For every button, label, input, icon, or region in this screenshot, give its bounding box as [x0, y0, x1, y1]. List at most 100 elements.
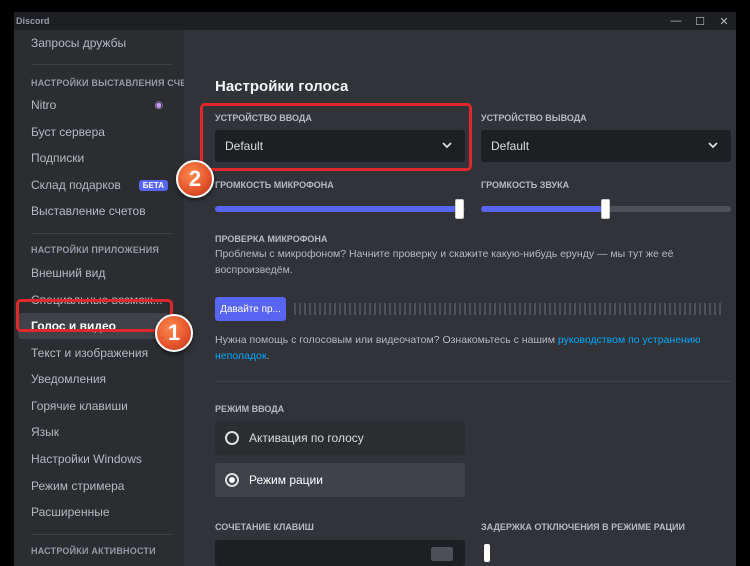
meter-segment	[484, 303, 486, 315]
page-title: Настройки голоса	[215, 78, 349, 95]
meter-segment	[589, 303, 591, 315]
meter-segment	[534, 303, 536, 315]
meter-segment	[299, 303, 301, 315]
window-controls: — ☐ ✕	[664, 12, 736, 30]
annotation-badge-step-2: 2	[176, 160, 214, 198]
meter-segment	[674, 303, 676, 315]
section-divider	[215, 381, 731, 382]
output-volume-slider[interactable]	[481, 199, 731, 219]
sidebar-item-subscriptions[interactable]: Подписки	[18, 145, 170, 171]
meter-segment	[569, 303, 571, 315]
sidebar-item-notifications[interactable]: Уведомления	[18, 366, 170, 392]
sidebar-item-language[interactable]: Язык	[18, 419, 170, 445]
output-volume-handle[interactable]	[601, 199, 610, 219]
meter-segment	[459, 303, 461, 315]
meter-segment	[509, 303, 511, 315]
meter-segment	[294, 303, 296, 315]
annotation-box-voice-video	[16, 299, 173, 332]
help-text-prefix: Нужна помощь с голосовым или видеочатом?…	[215, 334, 558, 346]
meter-segment	[469, 303, 471, 315]
meter-segment	[399, 303, 401, 315]
output-volume-fill	[481, 206, 606, 212]
beta-badge: БЕТА	[138, 179, 169, 191]
meter-segment	[429, 303, 431, 315]
meter-segment	[474, 303, 476, 315]
meter-segment	[614, 303, 616, 315]
mic-test-label: ПРОВЕРКА МИКРОФОНА	[215, 234, 328, 244]
radio-selected-icon	[225, 473, 239, 487]
sidebar-divider	[31, 64, 171, 65]
minimize-icon[interactable]: —	[664, 12, 688, 30]
meter-segment	[669, 303, 671, 315]
meter-segment	[374, 303, 376, 315]
meter-segment	[704, 303, 706, 315]
mic-test-button[interactable]: Давайте пр...	[215, 297, 286, 321]
meter-segment	[549, 303, 551, 315]
output-device-label: УСТРОЙСТВО ВЫВОДА	[481, 113, 587, 123]
sidebar-item-advanced[interactable]: Расширенные	[18, 499, 170, 525]
meter-segment	[409, 303, 411, 315]
meter-segment	[619, 303, 621, 315]
help-text-suffix: .	[266, 350, 270, 362]
shortcut-input[interactable]	[215, 540, 465, 566]
meter-segment	[424, 303, 426, 315]
meter-segment	[404, 303, 406, 315]
meter-segment	[359, 303, 361, 315]
meter-segment	[564, 303, 566, 315]
meter-segment	[389, 303, 391, 315]
sidebar-item-streamer-mode[interactable]: Режим стримера	[18, 473, 170, 499]
input-mode-label: РЕЖИМ ВВОДА	[215, 404, 285, 414]
meter-segment	[639, 303, 641, 315]
meter-segment	[349, 303, 351, 315]
sidebar-item-nitro[interactable]: Nitro ◉	[18, 92, 170, 118]
meter-segment	[364, 303, 366, 315]
release-delay-handle[interactable]	[484, 544, 490, 562]
meter-segment	[439, 303, 441, 315]
shortcut-label: СОЧЕТАНИЕ КЛАВИШ	[215, 522, 314, 532]
sidebar-item-text-images[interactable]: Текст и изображения	[18, 340, 170, 366]
sidebar-item-billing[interactable]: Выставление счетов	[18, 198, 170, 224]
meter-segment	[494, 303, 496, 315]
sidebar-item-appearance[interactable]: Внешний вид	[18, 260, 170, 286]
sidebar-item-friend-requests[interactable]: Запросы дружбы	[18, 30, 170, 56]
meter-segment	[714, 303, 716, 315]
meter-segment	[689, 303, 691, 315]
sidebar-item-windows-settings[interactable]: Настройки Windows	[18, 446, 170, 472]
sidebar-item-keybinds[interactable]: Горячие клавиши	[18, 393, 170, 419]
sidebar-item-label: Склад подарков	[31, 178, 121, 192]
meter-segment	[544, 303, 546, 315]
output-device-value: Default	[491, 139, 530, 153]
sidebar-item-gift-inventory[interactable]: Склад подарков БЕТА	[18, 172, 170, 198]
meter-segment	[584, 303, 586, 315]
meter-segment	[479, 303, 481, 315]
meter-segment	[304, 303, 306, 315]
close-icon[interactable]: ✕	[712, 12, 736, 30]
meter-segment	[324, 303, 326, 315]
radio-unselected-icon	[225, 431, 239, 445]
mic-volume-fill	[215, 206, 460, 212]
sidebar-item-server-boost[interactable]: Буст сервера	[18, 119, 170, 145]
meter-segment	[599, 303, 601, 315]
meter-segment	[464, 303, 466, 315]
radio-voice-activity[interactable]: Активация по голосу	[215, 421, 465, 455]
sidebar-header-activity: НАСТРОЙКИ АКТИВНОСТИ	[31, 546, 156, 556]
annotation-box-input-device	[200, 103, 472, 171]
meter-segment	[454, 303, 456, 315]
title-bar: Discord — ☐ ✕	[14, 12, 736, 30]
mic-volume-handle[interactable]	[455, 199, 464, 219]
release-delay-label: ЗАДЕРЖКА ОТКЛЮЧЕНИЯ В РЕЖИМЕ РАЦИИ	[481, 522, 685, 532]
meter-segment	[384, 303, 386, 315]
meter-segment	[414, 303, 416, 315]
meter-segment	[339, 303, 341, 315]
mic-level-meter	[294, 303, 726, 315]
chevron-down-icon	[708, 142, 718, 149]
keyboard-icon[interactable]	[431, 547, 453, 561]
radio-push-to-talk[interactable]: Режим рации	[215, 463, 465, 497]
meter-segment	[609, 303, 611, 315]
output-device-select[interactable]: Default	[481, 130, 731, 162]
help-text: Нужна помощь с голосовым или видеочатом?…	[215, 332, 715, 364]
sidebar-divider	[31, 534, 171, 535]
maximize-icon[interactable]: ☐	[688, 12, 712, 30]
meter-segment	[354, 303, 356, 315]
mic-volume-slider[interactable]	[215, 199, 465, 219]
